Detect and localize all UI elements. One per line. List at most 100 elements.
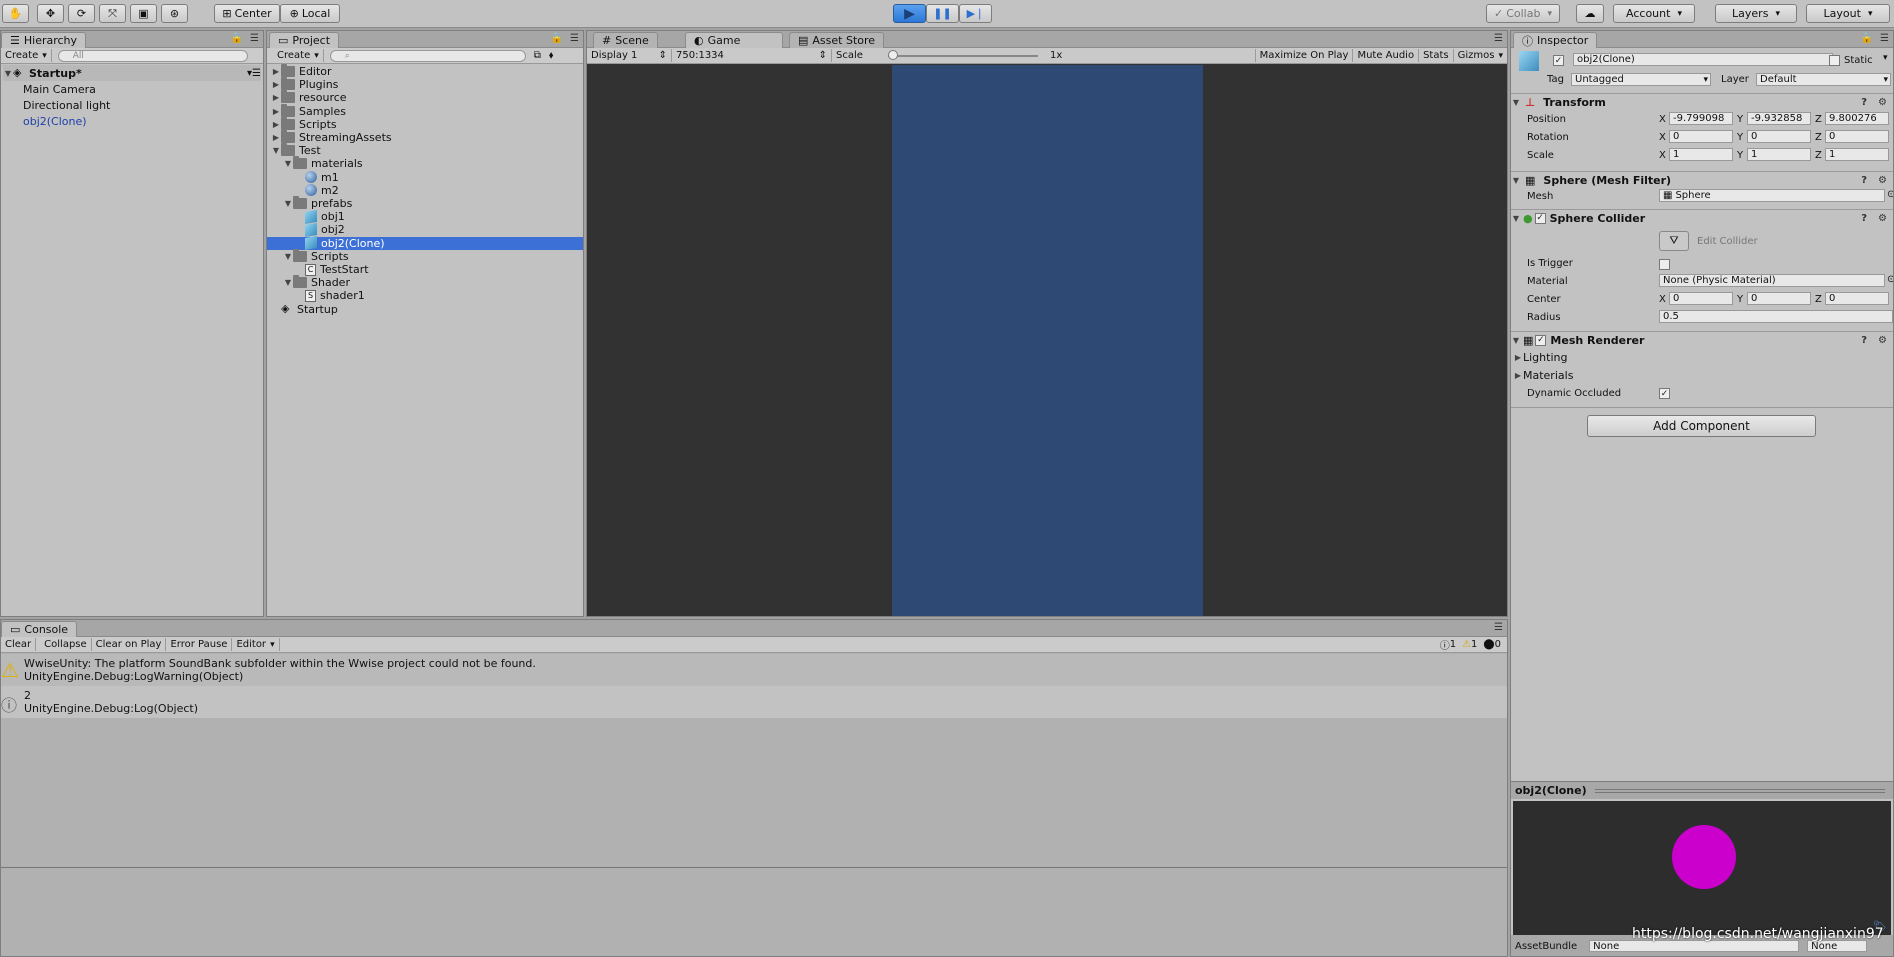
lighting-foldout[interactable]: ▶ Lighting bbox=[1513, 349, 1568, 365]
lock-icon[interactable]: 🔒 bbox=[551, 33, 563, 44]
object-picker-icon[interactable]: ⊙ bbox=[1887, 274, 1893, 285]
hierarchy-create-dropdown[interactable]: Create bbox=[1, 49, 52, 62]
dynamic-occluded-checkbox[interactable]: ✓ bbox=[1659, 388, 1670, 399]
info-count-toggle[interactable]: ⓘ 1 bbox=[1440, 637, 1456, 652]
scene-header[interactable]: ▼ ◈ Startup* ▾☰ bbox=[3, 65, 261, 81]
collapsed-arrow-icon[interactable]: ▶ bbox=[271, 93, 281, 102]
pivot-local-button[interactable]: ⊕ Local bbox=[280, 4, 340, 23]
collapsed-arrow-icon[interactable]: ▶ bbox=[271, 133, 281, 142]
resolution-dropdown[interactable]: 750:1334 ⇕ bbox=[672, 49, 832, 62]
error-count-toggle[interactable]: ⬤ 0 bbox=[1483, 637, 1501, 652]
layer-dropdown[interactable]: Default bbox=[1756, 73, 1891, 86]
drag-handle[interactable] bbox=[1594, 788, 1885, 793]
pivot-center-button[interactable]: ⊞ Center bbox=[214, 4, 280, 23]
stats-toggle[interactable]: Stats bbox=[1419, 49, 1454, 62]
rotate-tool-button[interactable]: ⟳ bbox=[68, 4, 95, 23]
project-item[interactable]: ▼ Shader bbox=[267, 275, 583, 289]
scale-tool-button[interactable]: ⤧ bbox=[99, 4, 126, 23]
tab-asset-store[interactable]: ▤ Asset Store bbox=[789, 32, 885, 48]
menu-icon[interactable]: ☰ bbox=[250, 33, 259, 44]
expand-arrow-icon[interactable]: ▼ bbox=[1511, 176, 1521, 185]
project-item[interactable]: ▼ Test bbox=[267, 143, 583, 157]
project-item[interactable]: ▶ StreamingAssets bbox=[267, 130, 583, 144]
filter-type-icon[interactable]: ⧉ bbox=[534, 50, 541, 61]
log-entry-info[interactable]: ⓘ 2 UnityEngine.Debug:Log(Object) bbox=[1, 686, 1507, 718]
project-item[interactable]: ▼ prefabs bbox=[267, 196, 583, 210]
expanded-arrow-icon[interactable]: ▼ bbox=[283, 252, 293, 261]
expanded-arrow-icon[interactable]: ▼ bbox=[283, 199, 293, 208]
edit-collider-button[interactable]: ⛛ bbox=[1659, 231, 1689, 251]
project-item[interactable]: ▶ Editor bbox=[267, 64, 583, 78]
help-icon[interactable]: ? bbox=[1861, 175, 1867, 186]
static-checkbox[interactable] bbox=[1829, 55, 1840, 66]
materials-foldout[interactable]: ▶ Materials bbox=[1513, 367, 1574, 383]
collapsed-arrow-icon[interactable]: ▶ bbox=[271, 120, 281, 129]
position-z-field[interactable]: 9.800276 bbox=[1825, 112, 1889, 125]
is-trigger-checkbox[interactable] bbox=[1659, 259, 1670, 270]
rotation-y-field[interactable]: 0 bbox=[1747, 130, 1811, 143]
move-tool-button[interactable]: ✥ bbox=[37, 4, 64, 23]
tab-game[interactable]: ◐ Game bbox=[685, 32, 783, 48]
project-item[interactable]: m2 bbox=[267, 184, 583, 197]
hierarchy-item[interactable]: Directional light bbox=[23, 97, 110, 113]
physic-material-field[interactable]: None (Physic Material) bbox=[1659, 274, 1885, 287]
hierarchy-search-input[interactable]: All bbox=[57, 49, 248, 62]
play-button[interactable]: ▶ bbox=[893, 4, 926, 23]
gear-icon[interactable]: ⚙ bbox=[1878, 97, 1887, 108]
warning-count-toggle[interactable]: ⚠ 1 bbox=[1462, 637, 1477, 652]
gear-icon[interactable]: ⚙ bbox=[1878, 335, 1887, 346]
preview-viewport[interactable]: 🏷 bbox=[1513, 801, 1891, 935]
project-item[interactable]: ▶ resource bbox=[267, 90, 583, 104]
expanded-arrow-icon[interactable]: ▼ bbox=[283, 278, 293, 287]
hierarchy-item[interactable]: Main Camera bbox=[23, 81, 96, 97]
project-item[interactable]: Sshader1 bbox=[267, 289, 583, 302]
menu-icon[interactable]: ☰ bbox=[570, 33, 579, 44]
help-icon[interactable]: ? bbox=[1861, 97, 1867, 108]
object-name-field[interactable]: obj2(Clone) bbox=[1573, 53, 1833, 66]
active-checkbox[interactable]: ✓ bbox=[1553, 55, 1564, 66]
layers-dropdown[interactable]: Layers bbox=[1715, 4, 1797, 23]
gear-icon[interactable]: ⚙ bbox=[1878, 175, 1887, 186]
project-search-input[interactable]: ⌕ bbox=[329, 49, 526, 62]
project-item[interactable]: ▶ Samples bbox=[267, 103, 583, 118]
scale-z-label[interactable]: Z bbox=[1815, 150, 1822, 161]
tag-dropdown[interactable]: Untagged bbox=[1571, 73, 1711, 86]
menu-icon[interactable]: ☰ bbox=[1494, 33, 1503, 44]
collapsed-arrow-icon[interactable]: ▶ bbox=[271, 80, 281, 89]
scale-x-field[interactable]: 1 bbox=[1669, 148, 1733, 161]
layout-dropdown[interactable]: Layout bbox=[1806, 4, 1890, 23]
collapsed-arrow-icon[interactable]: ▶ bbox=[271, 67, 281, 76]
position-x-label[interactable]: X bbox=[1659, 114, 1666, 125]
scale-y-field[interactable]: 1 bbox=[1747, 148, 1811, 161]
display-dropdown[interactable]: Display 1 ⇕ bbox=[587, 49, 672, 62]
collider-enabled-checkbox[interactable]: ✓ bbox=[1534, 212, 1546, 224]
help-icon[interactable]: ? bbox=[1861, 335, 1867, 346]
mesh-filter-header[interactable]: ▼ ▦ Sphere (Mesh Filter) ? ⚙ bbox=[1511, 171, 1893, 188]
add-component-button[interactable]: Add Component bbox=[1587, 415, 1816, 437]
project-item[interactable]: m1 bbox=[267, 171, 583, 184]
project-item[interactable]: ▶ Plugins bbox=[267, 77, 583, 91]
mesh-renderer-header[interactable]: ▼ ▦ ✓ Mesh Renderer ? ⚙ bbox=[1511, 331, 1893, 348]
static-dropdown-icon[interactable]: ▾ bbox=[1883, 53, 1888, 63]
gear-icon[interactable]: ⚙ bbox=[1878, 213, 1887, 224]
project-item-selected[interactable]: obj2(Clone) bbox=[267, 236, 583, 251]
account-dropdown[interactable]: Account bbox=[1613, 4, 1695, 23]
scale-y-label[interactable]: Y bbox=[1737, 150, 1743, 161]
gizmos-dropdown[interactable]: Gizmos bbox=[1454, 49, 1507, 62]
expanded-arrow-icon[interactable]: ▼ bbox=[283, 159, 293, 168]
log-entry-warning[interactable]: ⚠ WwiseUnity: The platform SoundBank sub… bbox=[1, 654, 1507, 686]
tab-console[interactable]: ▭ Console bbox=[1, 621, 78, 637]
position-x-field[interactable]: -9.799098 bbox=[1669, 112, 1733, 125]
transform-header[interactable]: ▼ ⊥ Transform ? ⚙ bbox=[1511, 93, 1893, 110]
expand-arrow-icon[interactable]: ▼ bbox=[1511, 98, 1521, 107]
transform-tool-button[interactable]: ⊛ bbox=[161, 4, 188, 23]
center-z-field[interactable]: 0 bbox=[1825, 292, 1889, 305]
rotation-z-label[interactable]: Z bbox=[1815, 132, 1822, 143]
console-collapse-button[interactable]: Collapse bbox=[40, 638, 92, 651]
center-x-field[interactable]: 0 bbox=[1669, 292, 1733, 305]
step-button[interactable]: ▶❘ bbox=[959, 4, 992, 23]
tab-scene[interactable]: # Scene bbox=[593, 32, 658, 48]
rotation-y-label[interactable]: Y bbox=[1737, 132, 1743, 143]
lock-icon[interactable]: 🔒 bbox=[1861, 33, 1873, 44]
game-viewport[interactable] bbox=[892, 65, 1203, 616]
